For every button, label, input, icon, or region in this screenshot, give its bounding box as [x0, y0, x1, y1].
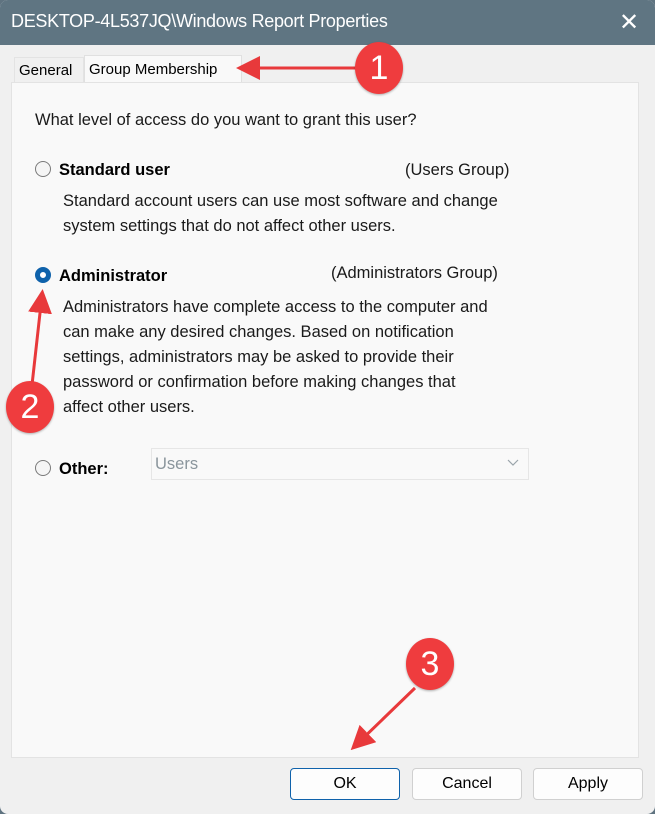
tab-general[interactable]: General: [14, 57, 84, 82]
window-title: DESKTOP-4L537JQ\Windows Report Propertie…: [11, 11, 388, 31]
standard-user-label[interactable]: Standard user: [59, 161, 170, 180]
properties-dialog: DESKTOP-4L537JQ\Windows Report Propertie…: [0, 0, 655, 814]
administrator-label[interactable]: Administrator: [59, 267, 167, 286]
standard-user-description: Standard account users can use most soft…: [63, 189, 498, 239]
close-icon: ✕: [618, 9, 640, 36]
chevron-down-icon: [507, 459, 519, 466]
description-line: can make any desired changes. Based on n…: [63, 323, 454, 341]
other-label[interactable]: Other:: [59, 460, 109, 479]
close-button[interactable]: ✕: [603, 0, 655, 45]
annotation-badge-1: 1: [355, 42, 403, 94]
annotation-badge-3: 3: [406, 638, 454, 690]
description-line: Administrators have complete access to t…: [63, 298, 488, 316]
title-bar: DESKTOP-4L537JQ\Windows Report Propertie…: [0, 0, 655, 45]
access-level-question: What level of access do you want to gran…: [35, 111, 417, 129]
description-line: password or confirmation before making c…: [63, 373, 456, 391]
administrator-group: (Administrators Group): [331, 264, 498, 282]
description-line: system settings that do not affect other…: [63, 217, 396, 235]
cancel-button[interactable]: Cancel: [412, 768, 522, 800]
other-group-combobox[interactable]: Users: [151, 448, 529, 480]
standard-user-group: (Users Group): [405, 161, 510, 179]
description-line: Standard account users can use most soft…: [63, 192, 498, 210]
apply-button[interactable]: Apply: [533, 768, 643, 800]
description-line: affect other users.: [63, 398, 195, 416]
description-line: settings, administrators may be asked to…: [63, 348, 454, 366]
combo-value: Users: [155, 455, 199, 473]
group-membership-panel: What level of access do you want to gran…: [11, 82, 639, 758]
standard-user-radio[interactable]: [35, 161, 51, 177]
tab-group-membership[interactable]: Group Membership: [84, 55, 242, 83]
administrator-description: Administrators have complete access to t…: [63, 295, 488, 420]
ok-button[interactable]: OK: [290, 768, 400, 800]
other-radio[interactable]: [35, 460, 51, 476]
administrator-radio[interactable]: [35, 267, 51, 283]
annotation-badge-2: 2: [6, 381, 54, 433]
